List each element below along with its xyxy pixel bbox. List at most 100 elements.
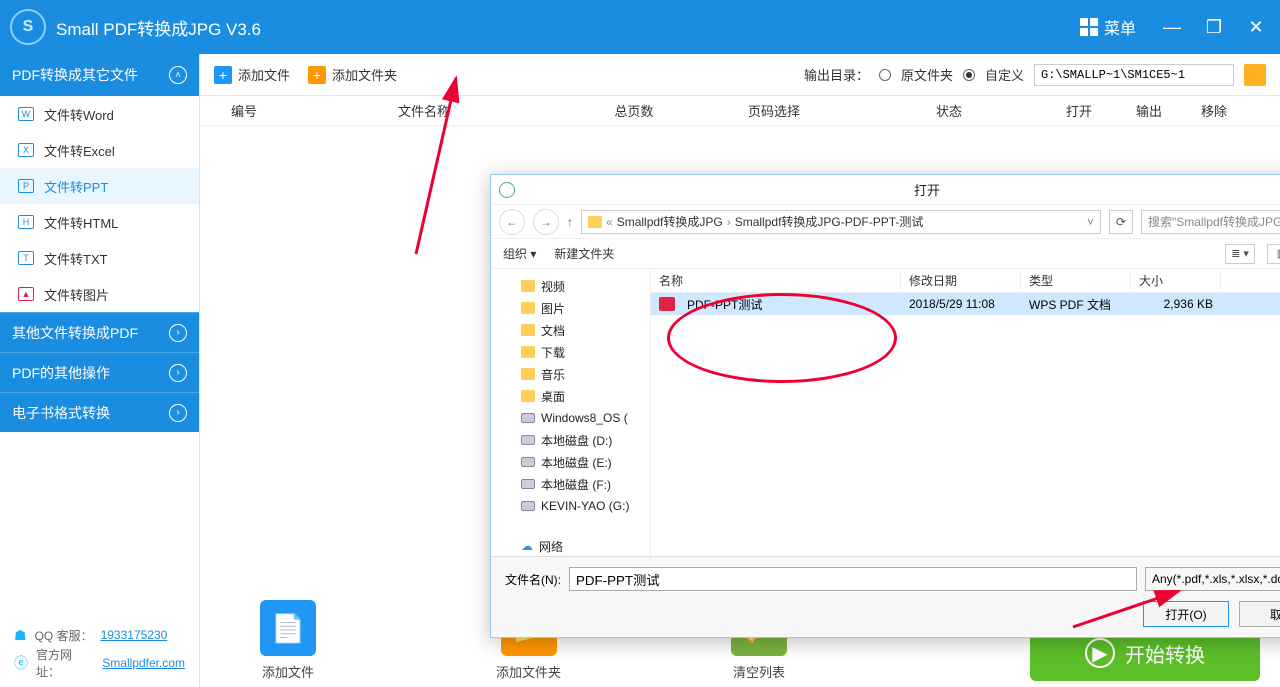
view-mode-button[interactable]: ≣ ▾ bbox=[1225, 244, 1255, 264]
folder-icon bbox=[521, 302, 535, 314]
app-logo-icon: S bbox=[10, 9, 46, 45]
qq-label: QQ 客服： bbox=[35, 627, 93, 644]
organize-button[interactable]: 组织 ▾ bbox=[503, 245, 536, 262]
nav-up-button[interactable]: ↑ bbox=[567, 215, 573, 229]
sidebar-footer: ☗ QQ 客服： 1933175230 ⓔ 官方网址： Smallpdfer.com bbox=[0, 611, 199, 687]
qq-link[interactable]: 1933175230 bbox=[101, 628, 168, 642]
tree-item[interactable]: ☁网络 bbox=[491, 535, 650, 556]
file-filter-select[interactable]: Any(*.pdf,*.xls,*.xlsx,*.doc,*.d˅ bbox=[1145, 567, 1280, 591]
sidebar-header[interactable]: PDF转换成其它文件 ˄ bbox=[0, 54, 199, 96]
sidebar-item-image[interactable]: ▲文件转图片 bbox=[0, 276, 199, 312]
big-clear-label: 清空列表 bbox=[733, 662, 785, 681]
refresh-button[interactable]: ⟳ bbox=[1109, 210, 1133, 234]
new-folder-button[interactable]: 新建文件夹 bbox=[554, 245, 614, 262]
folder-icon bbox=[521, 390, 535, 402]
tree-item[interactable]: 桌面 bbox=[491, 385, 650, 407]
tree-item[interactable]: 图片 bbox=[491, 297, 650, 319]
close-button[interactable]: ✕ bbox=[1242, 17, 1270, 38]
tree-item[interactable]: 文档 bbox=[491, 319, 650, 341]
sidebar-cat-label: PDF的其他操作 bbox=[12, 363, 110, 383]
browse-button[interactable] bbox=[1244, 64, 1266, 86]
tree-item[interactable]: 音乐 bbox=[491, 363, 650, 385]
sidebar-item-label: 文件转Excel bbox=[44, 141, 115, 160]
col-pages: 总页数 bbox=[574, 101, 694, 120]
file-list: 名称 修改日期 类型 大小 PDF-PPT测试 2018/5/29 11:08 … bbox=[651, 269, 1280, 556]
tree-item[interactable]: KEVIN-YAO (G:) bbox=[491, 495, 650, 517]
radio-custom[interactable] bbox=[963, 69, 975, 81]
disk-icon bbox=[521, 501, 535, 511]
tree-item[interactable]: 本地磁盘 (E:) bbox=[491, 451, 650, 473]
dialog-title: 打开 bbox=[523, 180, 1280, 199]
disk-icon bbox=[521, 413, 535, 423]
main-area: PDF转换成其它文件 ˄ W文件转Word X文件转Excel P文件转PPT … bbox=[0, 54, 1280, 687]
col-date[interactable]: 修改日期 bbox=[901, 272, 1021, 289]
col-size[interactable]: 大小 bbox=[1131, 272, 1221, 289]
open-button[interactable]: 打开(O) bbox=[1143, 601, 1229, 627]
sidebar-item-label: 文件转PPT bbox=[44, 177, 108, 196]
tree-item[interactable]: 视频 bbox=[491, 275, 650, 297]
document-plus-icon: 📄 bbox=[260, 600, 316, 656]
folder-icon bbox=[521, 324, 535, 336]
site-label: 官方网址： bbox=[36, 646, 94, 680]
search-placeholder: 搜索"Smallpdf转换成JPG-P... bbox=[1148, 213, 1280, 230]
tree-item[interactable]: 下载 bbox=[491, 341, 650, 363]
disk-icon bbox=[521, 457, 535, 467]
nav-forward-button[interactable]: → bbox=[533, 209, 559, 235]
col-type[interactable]: 类型 bbox=[1021, 272, 1131, 289]
output-label: 输出目录： bbox=[804, 65, 869, 84]
tree-item[interactable]: Windows8_OS ( bbox=[491, 407, 650, 429]
dialog-titlebar: 打开 ✕ bbox=[491, 175, 1280, 205]
grid-icon bbox=[1080, 18, 1098, 36]
chevron-down-icon[interactable]: ˅ bbox=[1087, 215, 1094, 229]
minimize-button[interactable]: — bbox=[1158, 17, 1186, 38]
sidebar-item-excel[interactable]: X 文件转Excel bbox=[0, 132, 199, 168]
image-icon: ▲ bbox=[18, 287, 34, 301]
sidebar-item-ppt[interactable]: P 文件转PPT bbox=[0, 168, 199, 204]
site-link[interactable]: Smallpdfer.com bbox=[102, 656, 185, 670]
excel-icon: X bbox=[18, 143, 34, 157]
disk-icon bbox=[521, 435, 535, 445]
menu-button[interactable]: 菜单 bbox=[1072, 11, 1144, 43]
crumb-root[interactable]: Smallpdf转换成JPG bbox=[617, 213, 723, 230]
radio-custom-label: 自定义 bbox=[985, 65, 1024, 84]
sidebar-item-word[interactable]: W文件转Word bbox=[0, 96, 199, 132]
cancel-button[interactable]: 取消 bbox=[1239, 601, 1280, 627]
col-index: 编号 bbox=[214, 101, 274, 120]
sidebar-cat-pdf-ops[interactable]: PDF的其他操作 › bbox=[0, 352, 199, 392]
globe-icon: ⓔ bbox=[14, 653, 28, 673]
big-add-file[interactable]: 📄 添加文件 bbox=[260, 600, 316, 681]
tree-item[interactable]: 本地磁盘 (F:) bbox=[491, 473, 650, 495]
crumb-leaf[interactable]: Smallpdf转换成JPG-PDF-PPT-测试 bbox=[735, 213, 924, 230]
dialog-footer: 文件名(N): Any(*.pdf,*.xls,*.xlsx,*.doc,*.d… bbox=[491, 556, 1280, 637]
file-date: 2018/5/29 11:08 bbox=[901, 297, 1021, 311]
qq-icon: ☗ bbox=[14, 627, 27, 644]
maximize-button[interactable]: ❐ bbox=[1200, 17, 1228, 38]
sidebar-item-txt[interactable]: T文件转TXT bbox=[0, 240, 199, 276]
titlebar: S Small PDF转换成JPG V3.6 菜单 — ❐ ✕ bbox=[0, 0, 1280, 54]
app-small-icon bbox=[499, 182, 515, 198]
nav-back-button[interactable]: ← bbox=[499, 209, 525, 235]
ppt-icon: P bbox=[18, 179, 34, 193]
filename-input[interactable] bbox=[569, 567, 1137, 591]
preview-pane-button[interactable]: ▥ bbox=[1267, 244, 1280, 264]
chevron-right-icon: › bbox=[169, 364, 187, 382]
sidebar-cat-ebook[interactable]: 电子书格式转换› bbox=[0, 392, 199, 432]
toolbar: +添加文件 +添加文件夹 输出目录： 原文件夹 自定义 bbox=[200, 54, 1280, 96]
breadcrumb[interactable]: « Smallpdf转换成JPG › Smallpdf转换成JPG-PDF-PP… bbox=[581, 210, 1101, 234]
big-add-file-label: 添加文件 bbox=[262, 662, 314, 681]
play-icon: ▶ bbox=[1085, 638, 1115, 668]
sidebar-item-label: 文件转TXT bbox=[44, 249, 108, 268]
radio-original[interactable] bbox=[879, 69, 891, 81]
sidebar-item-html[interactable]: H文件转HTML bbox=[0, 204, 199, 240]
sidebar-cat-label: 电子书格式转换 bbox=[12, 403, 110, 423]
search-input[interactable]: 搜索"Smallpdf转换成JPG-P...🔍 bbox=[1141, 210, 1280, 234]
file-row[interactable]: PDF-PPT测试 2018/5/29 11:08 WPS PDF 文档 2,9… bbox=[651, 293, 1280, 315]
output-path-input[interactable] bbox=[1034, 64, 1234, 86]
file-type: WPS PDF 文档 bbox=[1021, 296, 1131, 313]
add-file-button[interactable]: +添加文件 bbox=[214, 65, 290, 84]
sidebar-cat-other-to-pdf[interactable]: 其他文件转换成PDF› bbox=[0, 312, 199, 352]
col-name[interactable]: 名称 bbox=[651, 272, 901, 289]
tree-item[interactable]: 本地磁盘 (D:) bbox=[491, 429, 650, 451]
col-status: 状态 bbox=[854, 101, 1044, 120]
add-folder-button[interactable]: +添加文件夹 bbox=[308, 65, 397, 84]
